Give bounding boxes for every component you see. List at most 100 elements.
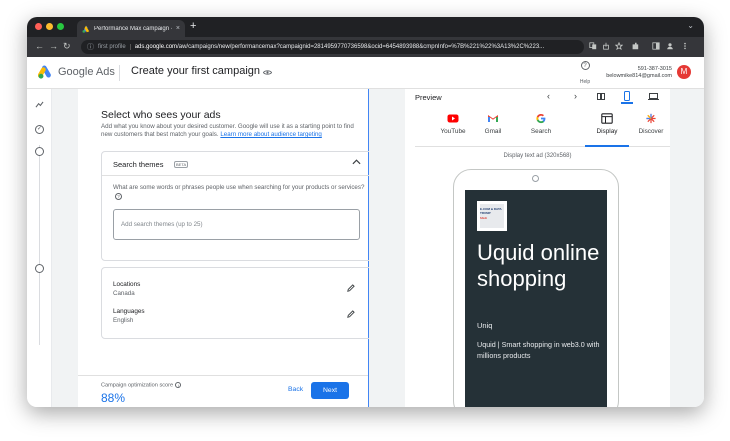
translate-icon[interactable] — [589, 42, 597, 50]
bidding-icon[interactable] — [35, 101, 44, 109]
tab-bar: Performance Max campaign · × + ⌄ — [27, 17, 704, 37]
tab-display[interactable]: Display — [587, 109, 627, 147]
reload-icon[interactable]: ↻ — [63, 41, 71, 52]
minimize-window-button[interactable] — [46, 23, 53, 30]
share-icon[interactable] — [602, 42, 610, 50]
languages-label: Languages — [113, 308, 145, 315]
tab-discover[interactable]: Discover — [631, 109, 671, 147]
search-themes-question: What are some words or phrases people us… — [113, 183, 365, 201]
step-rail: ✓ — [27, 89, 52, 407]
visibility-icon[interactable] — [263, 69, 272, 76]
info-icon[interactable]: i — [175, 382, 182, 388]
next-button[interactable]: Next — [311, 382, 349, 399]
browser-window: Performance Max campaign · × + ⌄ ← → ↻ ⓘ… — [27, 17, 704, 407]
edit-locations-pencil-icon[interactable] — [346, 284, 355, 293]
targeting-card: Locations Canada Languages English — [101, 267, 373, 339]
extensions-icon[interactable] — [631, 42, 639, 50]
form-panel: Select who sees your ads Add what you kn… — [52, 89, 373, 407]
site-info-icon[interactable]: ⓘ — [87, 42, 94, 52]
desktop-view-icon[interactable] — [648, 93, 659, 100]
page-title: Create your first campaign — [131, 65, 260, 77]
ad-image-badge: SALE — [480, 217, 487, 220]
help-label: Help — [579, 79, 591, 85]
tab-label: Discover — [638, 128, 664, 135]
step-current-icon[interactable] — [35, 147, 44, 156]
help-button[interactable]: ? Help — [575, 61, 595, 88]
search-themes-header[interactable]: Search themes BETA — [102, 152, 372, 176]
ad-headline: Uquid online shopping — [477, 240, 600, 291]
phone-frame: E-COM & DATA TRUMP SALE Uquid online sho… — [453, 169, 619, 407]
display-ad[interactable]: E-COM & DATA TRUMP SALE Uquid online sho… — [465, 190, 607, 407]
tab-gmail[interactable]: Gmail — [473, 109, 513, 147]
locations-value: Canada — [113, 290, 135, 297]
active-tab-indicator — [585, 145, 629, 147]
languages-value: English — [113, 317, 134, 324]
tab-search-icon[interactable]: ⌄ — [687, 21, 694, 30]
close-window-button[interactable] — [35, 23, 42, 30]
next-preview-button[interactable]: › — [574, 91, 577, 101]
url-path: /aw/campaigns/new/performancemax?campaig… — [177, 44, 545, 50]
back-button[interactable]: Back — [288, 386, 303, 393]
profile-chip[interactable]: first profile — [98, 44, 131, 50]
previous-preview-button[interactable]: ‹ — [547, 91, 550, 101]
bookmark-star-icon[interactable] — [615, 42, 623, 50]
browser-toolbar: ← → ↻ ⓘ first profile ads.google.com/aw/… — [27, 37, 704, 57]
tab-label: Display — [596, 128, 618, 135]
help-circle-icon[interactable]: ? — [115, 192, 122, 200]
address-bar[interactable]: ⓘ first profile ads.google.com/aw/campai… — [81, 40, 584, 54]
discover-icon — [646, 113, 656, 124]
preview-panel: Preview ‹ › YouTube Gmail Search Display… — [369, 89, 704, 407]
optimization-score-value: 88% — [101, 391, 126, 405]
profile-icon[interactable] — [666, 42, 674, 50]
gmail-icon — [488, 115, 498, 122]
forward-arrow-icon[interactable]: → — [49, 41, 58, 52]
tab-title: Performance Max campaign · — [94, 25, 172, 32]
account-info[interactable]: 591-387-3015 belowmike814@gmail.com — [600, 66, 672, 80]
ad-description: Uquid | Smart shopping in web3.0 with mi… — [477, 340, 600, 360]
tab-close-icon[interactable]: × — [176, 25, 180, 32]
section-description: Add what you know about your desired cus… — [101, 123, 363, 139]
side-panel-icon[interactable] — [652, 42, 660, 50]
step-complete-check-icon[interactable]: ✓ — [35, 125, 44, 134]
tab-youtube[interactable]: YouTube — [433, 109, 473, 147]
mobile-view-indicator — [621, 102, 633, 104]
google-ads-favicon-icon — [82, 25, 90, 33]
preview-label: Preview — [415, 93, 442, 102]
header-divider — [119, 65, 120, 81]
back-arrow-icon[interactable]: ← — [35, 41, 44, 52]
google-search-icon — [536, 113, 546, 124]
ad-image-text: E-COM & DATA TRUMP — [480, 207, 502, 215]
tab-label: Search — [530, 128, 552, 135]
optimization-score-label: Campaign optimization score i — [101, 382, 182, 388]
browser-tab[interactable]: Performance Max campaign · × — [77, 20, 185, 37]
new-tab-button[interactable]: + — [190, 21, 196, 32]
question-text: What are some words or phrases people us… — [113, 184, 365, 191]
section-title: Select who sees your ads — [101, 109, 221, 121]
avatar[interactable]: M — [677, 65, 691, 79]
more-vertical-icon[interactable] — [681, 42, 689, 50]
edit-languages-pencil-icon[interactable] — [346, 310, 355, 319]
tab-label: YouTube — [440, 128, 466, 135]
tab-label: Gmail — [484, 128, 502, 135]
account-phone: 591-387-3015 — [637, 66, 672, 72]
preview-subtitle: Display text ad (320x568) — [503, 153, 572, 159]
beta-badge: BETA — [174, 161, 189, 168]
display-icon — [601, 113, 613, 124]
url-text: ads.google.com/aw/campaigns/new/performa… — [135, 44, 544, 50]
tab-search[interactable]: Search — [521, 109, 561, 147]
search-themes-title: Search themes — [113, 160, 164, 169]
search-themes-card: Search themes BETA What are some words o… — [101, 151, 373, 261]
grid-view-icon[interactable] — [597, 93, 605, 100]
ads-header: Google Ads Create your first campaign ? … — [27, 57, 704, 89]
search-themes-input[interactable] — [113, 209, 360, 240]
rail-connector — [39, 145, 40, 345]
learn-more-link[interactable]: Learn more about audience targeting — [220, 131, 321, 138]
chevron-up-icon[interactable] — [352, 159, 361, 165]
zoom-window-button[interactable] — [57, 23, 64, 30]
mobile-view-icon[interactable] — [624, 91, 630, 101]
channel-tabs: YouTube Gmail Search Display Discover — [415, 109, 670, 147]
help-icon: ? — [580, 61, 590, 70]
step-next-icon[interactable] — [35, 264, 44, 273]
ads-brand: Google Ads — [58, 66, 115, 78]
google-ads-logo-icon[interactable] — [38, 65, 53, 79]
